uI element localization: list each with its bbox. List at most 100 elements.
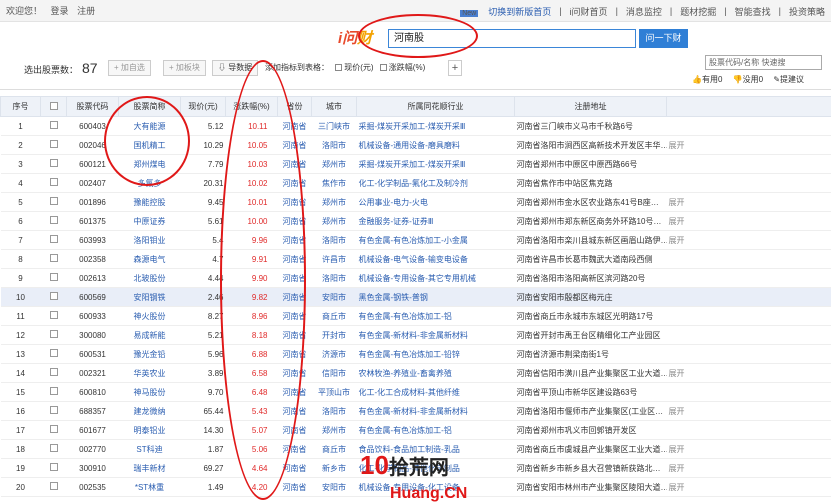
quick-search-input[interactable]: 股票代码/名称 快速搜	[705, 55, 822, 70]
city-link[interactable]: 郑州市	[312, 421, 357, 440]
stock-name-link[interactable]: 明泰铝业	[119, 421, 181, 440]
city-link[interactable]: 新乡市	[312, 459, 357, 478]
table-row[interactable]: 17601677明泰铝业14.305.07河南省郑州市有色金属-有色冶炼加工-铝…	[1, 421, 831, 440]
industry-link[interactable]: 有色金属-有色冶炼加工-铝	[357, 307, 515, 326]
province-link[interactable]: 河南省	[278, 326, 312, 345]
suggest-button[interactable]: ✎提建议	[773, 75, 808, 84]
row-checkbox[interactable]	[41, 383, 67, 402]
expand-link[interactable]	[667, 421, 831, 440]
province-link[interactable]: 河南省	[278, 459, 312, 478]
table-row[interactable]: 2002046国机精工10.2910.05河南省洛阳市机械设备-通用设备-磨具磨…	[1, 136, 831, 155]
city-link[interactable]: 三门峡市	[312, 117, 357, 136]
table-row[interactable]: 14002321华英农业3.896.58河南省信阳市农林牧渔-养殖业-畜禽养殖河…	[1, 364, 831, 383]
table-row[interactable]: 10600569安阳钢铁2.469.82河南省安阳市黑色金属-钢铁-普钢河南省安…	[1, 288, 831, 307]
expand-link[interactable]: 展开	[667, 136, 831, 155]
home-link[interactable]: i问财首页	[570, 5, 608, 18]
change-checkbox[interactable]	[380, 64, 387, 71]
col-name[interactable]: 股票简称	[119, 97, 181, 117]
row-checkbox[interactable]	[41, 117, 67, 136]
table-row[interactable]: 15600810神马股份9.706.48河南省平顶山市化工-化工合成材料-其他纤…	[1, 383, 831, 402]
expand-link[interactable]	[667, 174, 831, 193]
smart-search-link[interactable]: 智能查找	[735, 5, 771, 18]
stock-name-link[interactable]: 建龙微纳	[119, 402, 181, 421]
industry-link[interactable]: 有色金属-新材料-非金属新材料	[357, 326, 515, 345]
row-checkbox[interactable]	[41, 231, 67, 250]
city-link[interactable]: 焦作市	[312, 174, 357, 193]
province-link[interactable]: 河南省	[278, 364, 312, 383]
province-link[interactable]: 河南省	[278, 421, 312, 440]
province-link[interactable]: 河南省	[278, 155, 312, 174]
expand-link[interactable]	[667, 117, 831, 136]
table-row[interactable]: 13600531豫光金铅5.966.88河南省济源市有色金属-有色冶炼加工-铅锌…	[1, 345, 831, 364]
city-link[interactable]: 安阳市	[312, 288, 357, 307]
row-checkbox[interactable]	[41, 402, 67, 421]
province-link[interactable]: 河南省	[278, 440, 312, 459]
table-row[interactable]: 8002358森源电气4.79.91河南省许昌市机械设备-电气设备-输变电设备河…	[1, 250, 831, 269]
province-link[interactable]: 河南省	[278, 174, 312, 193]
industry-link[interactable]: 采掘-煤炭开采加工-煤炭开采Ⅲ	[357, 155, 515, 174]
row-checkbox[interactable]	[41, 136, 67, 155]
expand-link[interactable]	[667, 326, 831, 345]
stock-name-link[interactable]: 森源电气	[119, 250, 181, 269]
province-link[interactable]: 河南省	[278, 250, 312, 269]
city-link[interactable]: 郑州市	[312, 193, 357, 212]
login-link[interactable]: 登录	[51, 6, 69, 16]
table-row[interactable]: 4002407多氟多20.3110.02河南省焦作市化工-化学制品-氟化工及制冷…	[1, 174, 831, 193]
row-checkbox[interactable]	[41, 326, 67, 345]
logo[interactable]: i问财	[338, 27, 372, 48]
add-watchlist-button[interactable]: + 加自选	[108, 60, 151, 76]
stock-name-link[interactable]: 郑州煤电	[119, 155, 181, 174]
industry-link[interactable]: 有色金属-有色冶炼加工-铝	[357, 421, 515, 440]
industry-link[interactable]: 化工-化学制品-氟化工及制冷剂	[357, 174, 515, 193]
row-checkbox[interactable]	[41, 250, 67, 269]
province-link[interactable]: 河南省	[278, 402, 312, 421]
table-row[interactable]: 12300080易成新能5.218.18河南省开封市有色金属-新材料-非金属新材…	[1, 326, 831, 345]
col-address[interactable]: 注册地址	[515, 97, 667, 117]
city-link[interactable]: 洛阳市	[312, 136, 357, 155]
expand-link[interactable]	[667, 383, 831, 402]
stock-name-link[interactable]: 神火股份	[119, 307, 181, 326]
row-checkbox[interactable]	[41, 440, 67, 459]
stock-name-link[interactable]: 大有能源	[119, 117, 181, 136]
stock-name-link[interactable]: 北玻股份	[119, 269, 181, 288]
useless-button[interactable]: 👎没用0	[733, 75, 767, 84]
expand-link[interactable]	[667, 269, 831, 288]
table-row[interactable]: 3600121郑州煤电7.7910.03河南省郑州市采掘-煤炭开采加工-煤炭开采…	[1, 155, 831, 174]
col-province[interactable]: 省份	[278, 97, 312, 117]
table-row[interactable]: 9002613北玻股份4.449.90河南省洛阳市机械设备-专用设备-其它专用机…	[1, 269, 831, 288]
industry-link[interactable]: 黑色金属-钢铁-普钢	[357, 288, 515, 307]
city-link[interactable]: 郑州市	[312, 155, 357, 174]
province-link[interactable]: 河南省	[278, 231, 312, 250]
row-checkbox[interactable]	[41, 345, 67, 364]
province-link[interactable]: 河南省	[278, 345, 312, 364]
row-checkbox[interactable]	[41, 174, 67, 193]
search-input[interactable]: 河南股	[388, 29, 636, 48]
city-link[interactable]: 洛阳市	[312, 269, 357, 288]
industry-link[interactable]: 机械设备-专用设备-其它专用机械	[357, 269, 515, 288]
expand-link[interactable]: 展开	[667, 212, 831, 231]
stock-name-link[interactable]: 多氟多	[119, 174, 181, 193]
expand-link[interactable]	[667, 250, 831, 269]
row-checkbox[interactable]	[41, 269, 67, 288]
row-checkbox[interactable]	[41, 193, 67, 212]
expand-link[interactable]: 展开	[667, 231, 831, 250]
row-checkbox[interactable]	[41, 288, 67, 307]
city-link[interactable]: 许昌市	[312, 250, 357, 269]
stock-name-link[interactable]: 国机精工	[119, 136, 181, 155]
city-link[interactable]: 商丘市	[312, 307, 357, 326]
industry-link[interactable]: 金融服务-证券-证券Ⅲ	[357, 212, 515, 231]
city-link[interactable]: 济源市	[312, 345, 357, 364]
col-code[interactable]: 股票代码	[67, 97, 119, 117]
table-row[interactable]: 7603993洛阳钼业5.49.96河南省洛阳市有色金属-有色冶炼加工-小金属河…	[1, 231, 831, 250]
table-row[interactable]: 5001896豫能控股9.4510.01河南省郑州市公用事业-电力-火电河南省郑…	[1, 193, 831, 212]
industry-link[interactable]: 有色金属-有色冶炼加工-铅锌	[357, 345, 515, 364]
row-checkbox[interactable]	[41, 421, 67, 440]
strategy-link[interactable]: 投资策略	[789, 5, 825, 18]
province-link[interactable]: 河南省	[278, 478, 312, 497]
table-row[interactable]: 11600933神火股份8.278.96河南省商丘市有色金属-有色冶炼加工-铝河…	[1, 307, 831, 326]
industry-link[interactable]: 公用事业-电力-火电	[357, 193, 515, 212]
province-link[interactable]: 河南省	[278, 117, 312, 136]
table-row[interactable]: 6601375中原证券5.6110.00河南省郑州市金融服务-证券-证券Ⅲ河南省…	[1, 212, 831, 231]
row-checkbox[interactable]	[41, 478, 67, 497]
province-link[interactable]: 河南省	[278, 269, 312, 288]
